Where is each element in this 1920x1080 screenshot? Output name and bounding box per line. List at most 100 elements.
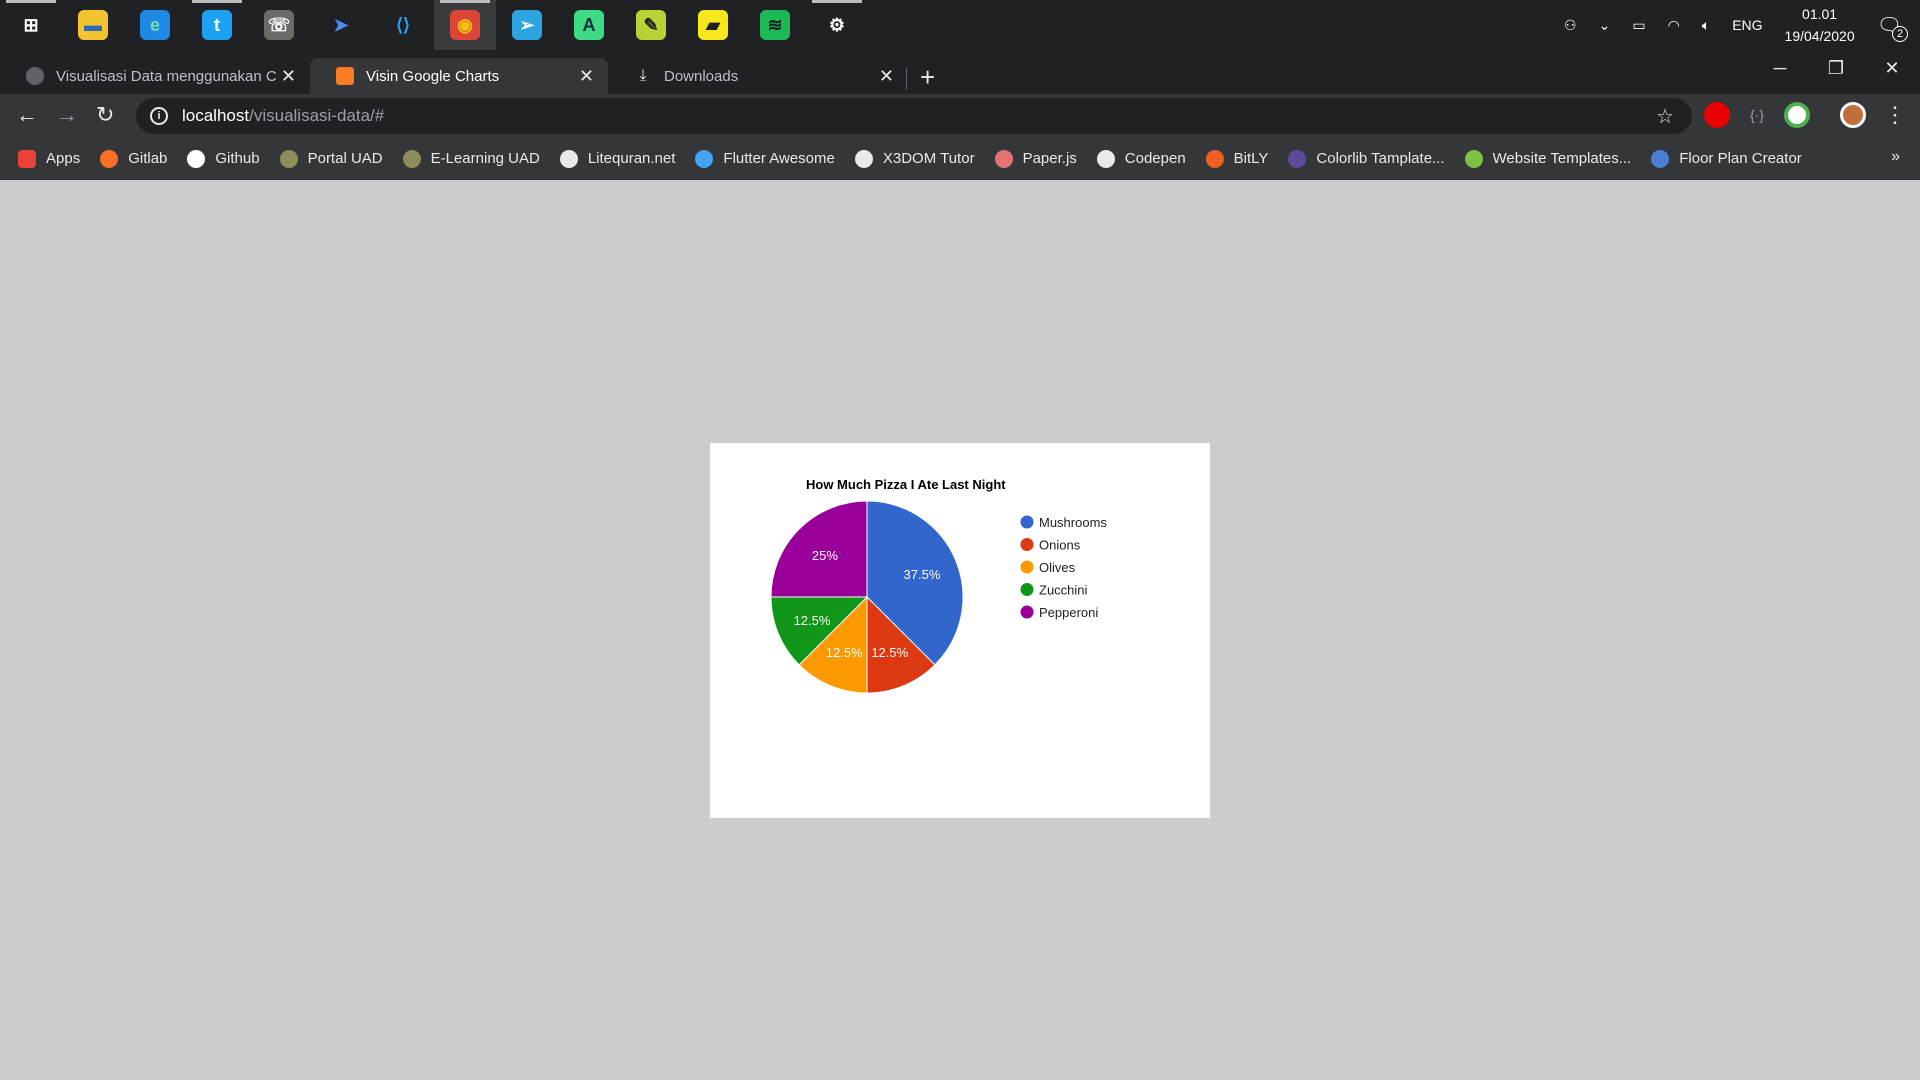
- slice-label: 37.5%: [904, 567, 941, 582]
- legend-item-olives[interactable]: Olives: [1020, 560, 1076, 575]
- vscode-icon: ⟨⟩: [388, 10, 418, 40]
- legend-item-zucchini[interactable]: Zucchini: [1020, 583, 1088, 598]
- bookmark-portal-uad[interactable]: Portal UAD: [279, 149, 383, 168]
- taskbar-app-dolphin[interactable]: ➤: [310, 0, 372, 50]
- taskbar-app-sticky-notes[interactable]: ▰: [682, 0, 744, 50]
- tab-title: Downloads: [664, 67, 739, 85]
- bookmark-label: Litequran.net: [587, 150, 676, 167]
- bookmark-star-icon[interactable]: ☆: [1656, 104, 1674, 129]
- language-indicator[interactable]: ENG: [1732, 17, 1762, 33]
- legend-label: Mushrooms: [1039, 515, 1107, 530]
- bookmark-favicon-icon: [402, 149, 421, 168]
- bookmark-label: Gitlab: [128, 150, 168, 167]
- bookmark-label: Github: [215, 150, 260, 167]
- legend-swatch: [1020, 583, 1034, 596]
- new-tab-button[interactable]: +: [920, 62, 935, 93]
- reload-button[interactable]: ↻: [96, 102, 114, 128]
- taskbar-app-windows-start[interactable]: ⊞: [0, 0, 62, 50]
- legend-swatch: [1020, 605, 1034, 619]
- taskbar-app-whatsapp[interactable]: ☏: [248, 0, 310, 50]
- wifi-icon[interactable]: ◠: [1668, 17, 1680, 34]
- running-indicator: [440, 0, 490, 3]
- taskbar-app-android-studio[interactable]: A: [558, 0, 620, 50]
- bookmark-favicon-icon: [100, 149, 119, 168]
- close-tab-icon[interactable]: ✕: [281, 66, 296, 87]
- telegram-icon: ➢: [512, 10, 542, 40]
- sticky-notes-icon: ▰: [698, 10, 728, 40]
- dolphin-icon: ➤: [326, 10, 356, 40]
- bookmark-label: Paper.js: [1022, 150, 1077, 167]
- legend-item-onions[interactable]: Onions: [1020, 538, 1081, 553]
- legend-label: Olives: [1039, 560, 1076, 575]
- edge-icon: e: [140, 10, 170, 40]
- menu-kebab-icon[interactable]: ⋮: [1884, 102, 1906, 128]
- bookmark-github[interactable]: Github: [187, 149, 260, 168]
- profile-avatar[interactable]: [1840, 102, 1866, 128]
- address-bar[interactable]: i localhost/visualisasi-data/# ☆: [136, 98, 1692, 134]
- bookmark-x3dom-tutor[interactable]: X3DOM Tutor: [854, 149, 975, 168]
- taskbar-app-settings-gear[interactable]: ⚙: [806, 0, 868, 50]
- bookmark-favicon-icon: [279, 149, 298, 168]
- restore-button[interactable]: ❐: [1808, 50, 1864, 86]
- settings-gear-icon: ⚙: [822, 10, 852, 40]
- legend-item-pepperoni[interactable]: Pepperoni: [1020, 605, 1099, 620]
- volume-icon[interactable]: 🔈︎: [1702, 17, 1710, 34]
- close-tab-icon[interactable]: ✕: [579, 66, 594, 87]
- bookmark-litequran-net[interactable]: Litequran.net: [559, 149, 676, 168]
- running-indicator: [192, 0, 242, 3]
- bookmark-label: Colorlib Tamplate...: [1316, 150, 1445, 167]
- bookmark-favicon-icon: [1651, 149, 1670, 168]
- clock[interactable]: 01.01 19/04/2020: [1785, 3, 1855, 47]
- taskbar-app-edge[interactable]: e: [124, 0, 186, 50]
- close-tab-icon[interactable]: ✕: [879, 66, 894, 87]
- notification-center-icon[interactable]: 🗨︎ 2: [1877, 13, 1908, 42]
- people-icon[interactable]: ⚇: [1564, 17, 1577, 34]
- forward-button[interactable]: →: [56, 102, 78, 128]
- bookmark-e-learning-uad[interactable]: E-Learning UAD: [402, 149, 540, 168]
- windows-start-icon: ⊞: [16, 10, 46, 40]
- taskbar-app-vscode[interactable]: ⟨⟩: [372, 0, 434, 50]
- tab-visin-google-charts[interactable]: Visin Google Charts ✕: [310, 58, 608, 94]
- bookmark-gitlab[interactable]: Gitlab: [100, 149, 168, 168]
- minimize-button[interactable]: ─: [1752, 50, 1808, 86]
- bookmark-codepen[interactable]: Codepen: [1096, 149, 1186, 168]
- bookmark-colorlib-tamplate[interactable]: Colorlib Tamplate...: [1288, 149, 1445, 168]
- close-window-button[interactable]: ✕: [1864, 50, 1920, 86]
- legend-item-mushrooms[interactable]: Mushrooms: [1020, 515, 1108, 530]
- file-explorer-icon: ▬: [78, 10, 108, 40]
- extension-red-icon[interactable]: [1704, 102, 1730, 128]
- bookmark-bitly[interactable]: BitLY: [1205, 149, 1268, 168]
- chevron-up-icon[interactable]: ⌄: [1599, 17, 1611, 34]
- bookmark-favicon-icon: [559, 149, 578, 168]
- bookmark-floor-plan-creator[interactable]: Floor Plan Creator: [1651, 149, 1802, 168]
- taskbar-app-chrome[interactable]: ◉: [434, 0, 496, 50]
- twitter-icon: t: [202, 10, 232, 40]
- tab-strip: Visualisasi Data menggunakan C ✕ Visin G…: [0, 50, 1920, 94]
- taskbar-app-twitter[interactable]: t: [186, 0, 248, 50]
- tab-visualisasi[interactable]: Visualisasi Data menggunakan C ✕: [0, 58, 310, 94]
- tab-downloads[interactable]: ⤓ Downloads ✕: [608, 58, 908, 94]
- bookmark-website-templates[interactable]: Website Templates...: [1464, 149, 1632, 168]
- taskbar-app-file-explorer[interactable]: ▬: [62, 0, 124, 50]
- extension-code-icon[interactable]: {·}: [1744, 102, 1770, 128]
- taskbar-app-telegram[interactable]: ➢: [496, 0, 558, 50]
- extension-green-icon[interactable]: [1784, 102, 1810, 128]
- bookmark-label: Portal UAD: [307, 150, 383, 167]
- back-button[interactable]: ←: [16, 102, 38, 128]
- legend-swatch: [1020, 560, 1034, 574]
- more-bookmarks-icon[interactable]: »: [1891, 148, 1900, 166]
- android-studio-icon: A: [574, 10, 604, 40]
- bookmark-label: Website Templates...: [1492, 150, 1632, 167]
- battery-icon[interactable]: ▭: [1632, 17, 1645, 34]
- taskbar-app-spotify[interactable]: ≋: [744, 0, 806, 50]
- taskbar-app-inkscape[interactable]: ✎: [620, 0, 682, 50]
- clock-date: 19/04/2020: [1784, 28, 1855, 44]
- system-tray: ⚇ ⌄ ▭ ◠ 🔈︎ ENG 01.01 19/04/2020 🗨︎ 2: [1564, 0, 1920, 50]
- bookmark-label: Codepen: [1124, 150, 1186, 167]
- bookmark-apps[interactable]: Apps: [18, 149, 80, 168]
- notification-count: 2: [1892, 25, 1908, 42]
- bookmark-paper-js[interactable]: Paper.js: [994, 149, 1077, 168]
- bookmark-flutter-awesome[interactable]: Flutter Awesome: [695, 149, 835, 168]
- info-icon[interactable]: i: [150, 107, 168, 125]
- whatsapp-icon: ☏: [264, 10, 294, 40]
